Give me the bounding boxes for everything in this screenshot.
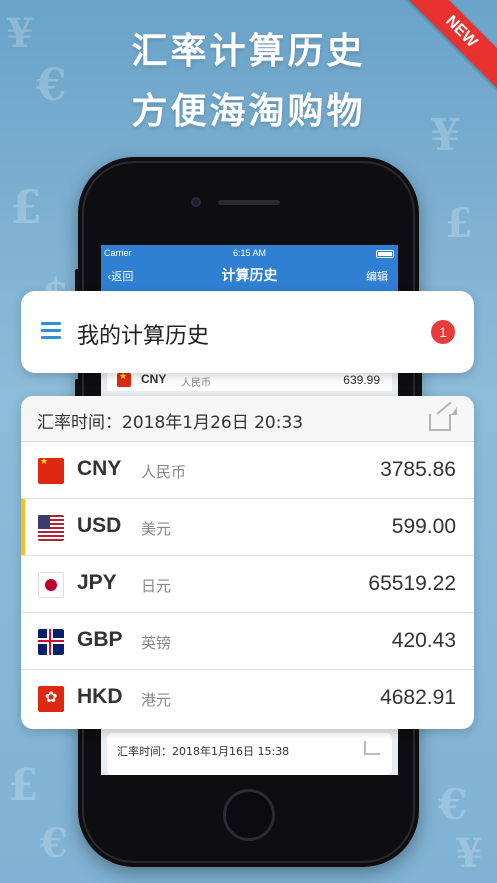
new-ribbon: NEW xyxy=(397,0,497,100)
pound-symbol-icon: £ xyxy=(10,180,43,234)
currency-value: 599.00 xyxy=(391,515,456,538)
front-camera-icon xyxy=(191,197,201,207)
euro-symbol-icon: € xyxy=(40,820,68,867)
status-time: 6:15 AM xyxy=(232,248,267,258)
new-ribbon-label: NEW xyxy=(401,0,497,92)
currency-value: 4682.91 xyxy=(380,686,456,709)
currency-code: CNY xyxy=(77,457,122,480)
currency-value: 420.43 xyxy=(391,629,456,652)
currency-code: HKD xyxy=(77,685,123,708)
history-title: 我的计算历史 xyxy=(77,324,210,349)
share-icon[interactable] xyxy=(364,741,380,755)
share-icon[interactable] xyxy=(429,401,457,431)
currency-code: USD xyxy=(77,514,122,537)
peek-row-code: CNY xyxy=(141,372,167,386)
currency-name: 美元 xyxy=(141,520,172,538)
hk-flag-icon xyxy=(38,686,64,712)
currency-row-hkd[interactable]: HKD 港元 4682.91 xyxy=(21,670,474,727)
status-bar: Carrier 6:15 AM xyxy=(101,247,398,261)
euro-symbol-icon: € xyxy=(438,780,468,829)
edit-button[interactable]: 编辑 xyxy=(366,268,388,284)
currency-name: 港元 xyxy=(141,691,172,709)
currency-code: JPY xyxy=(77,571,117,594)
yen-symbol-icon: ¥ xyxy=(455,830,483,877)
cn-flag-icon xyxy=(117,373,131,387)
peek-row-value: 639.99 xyxy=(343,373,380,387)
rate-time-label: 汇率时间：2018年1月26日 20:33 xyxy=(37,413,304,433)
nav-bar: Carrier 6:15 AM ‹返回 计算历史 编辑 xyxy=(101,245,398,291)
us-flag-icon xyxy=(38,515,64,541)
currency-code: GBP xyxy=(77,628,123,651)
peek-row-name: 人民币 xyxy=(181,378,211,389)
nav-title: 计算历史 xyxy=(221,268,278,284)
currency-row-cny[interactable]: CNY 人民币 3785.86 xyxy=(21,442,474,499)
peek-history-card[interactable]: 汇率时间：2018年1月16日 15:38 xyxy=(107,733,392,775)
currency-value: 3785.86 xyxy=(380,458,456,481)
menu-icon[interactable] xyxy=(41,322,61,339)
earpiece-speaker xyxy=(218,200,280,205)
currency-name: 英镑 xyxy=(141,634,172,652)
home-button[interactable] xyxy=(223,789,275,841)
battery-icon xyxy=(376,250,394,258)
history-card: 汇率时间：2018年1月26日 20:33 CNY 人民币 3785.86 US… xyxy=(21,396,474,729)
currency-row-gbp[interactable]: GBP 英镑 420.43 xyxy=(21,613,474,670)
currency-name: 人民币 xyxy=(141,463,187,481)
peek-card-time: 汇率时间：2018年1月16日 15:38 xyxy=(117,745,290,758)
gb-flag-icon xyxy=(38,629,64,655)
count-badge: 1 xyxy=(431,320,455,344)
currency-row-usd[interactable]: USD 美元 599.00 xyxy=(21,499,474,556)
currency-value: 65519.22 xyxy=(368,572,456,595)
currency-row-jpy[interactable]: JPY 日元 65519.22 xyxy=(21,556,474,613)
currency-name: 日元 xyxy=(141,577,172,595)
jp-flag-icon xyxy=(38,572,64,598)
history-header-card[interactable]: 我的计算历史 1 xyxy=(21,291,474,373)
history-card-header: 汇率时间：2018年1月26日 20:33 xyxy=(21,396,474,442)
pound-symbol-icon: £ xyxy=(445,200,473,247)
pound-symbol-icon: £ xyxy=(8,760,39,811)
cn-flag-icon xyxy=(38,458,64,484)
